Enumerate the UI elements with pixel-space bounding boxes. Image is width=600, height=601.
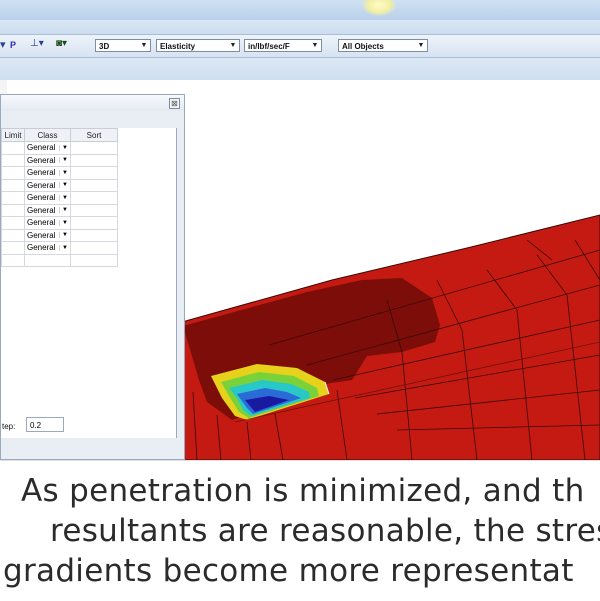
chevron-down-icon: ▼ xyxy=(59,207,68,214)
class-select[interactable]: General ▼ xyxy=(24,241,71,255)
dialog-title-bar xyxy=(1,95,184,111)
p-icon[interactable]: P xyxy=(10,40,16,50)
class-value: General xyxy=(27,230,56,240)
class-select[interactable]: General ▼ xyxy=(24,178,71,192)
chevron-down-icon: ▼ xyxy=(59,232,68,239)
table-row: General ▼ xyxy=(1,228,118,242)
view-mode-select[interactable]: 3D ▼ xyxy=(95,39,151,52)
chevron-down-icon: ▼ xyxy=(229,42,237,49)
object-filter-select[interactable]: All Objects ▼ xyxy=(338,39,428,52)
column-header-limit[interactable]: Limit xyxy=(1,128,25,142)
caption-line-1: As penetration is minimized, and th xyxy=(21,473,585,509)
class-value: General xyxy=(27,205,56,215)
menu-strip xyxy=(0,20,600,35)
table-row: General ▼ xyxy=(1,203,118,217)
chevron-down-icon: ▼ xyxy=(59,157,68,164)
window-title-bar xyxy=(0,0,600,20)
chevron-down-icon: ▼ xyxy=(59,182,68,189)
column-header-sort[interactable]: Sort xyxy=(70,128,118,142)
units-select[interactable]: in/lbf/sec/F ▼ xyxy=(244,39,322,52)
analysis-type-select[interactable]: Elasticity ▼ xyxy=(156,39,240,52)
object-filter-value: All Objects xyxy=(342,42,384,51)
caption-line-2: resultants are reasonable, the stres xyxy=(50,513,600,549)
class-select[interactable]: General ▼ xyxy=(24,141,71,155)
chevron-down-icon: ▼ xyxy=(59,244,68,251)
close-icon[interactable]: ⊠ xyxy=(169,98,180,109)
class-value: General xyxy=(27,218,56,228)
class-select[interactable]: General ▼ xyxy=(24,203,71,217)
title-bar-glow xyxy=(362,0,396,16)
chevron-down-icon: ▼ xyxy=(59,169,68,176)
step-input[interactable]: 0.2 xyxy=(26,417,64,432)
properties-dialog: ⊠ Limit Class Sort General ▼ General ▼ Gen… xyxy=(0,94,185,460)
class-select[interactable]: General ▼ xyxy=(24,228,71,242)
contact-grid: Limit Class Sort General ▼ General ▼ Gener… xyxy=(1,128,118,267)
class-value: General xyxy=(27,155,56,165)
chevron-down-icon: ▼ xyxy=(417,42,425,49)
table-row: General ▼ xyxy=(1,191,118,205)
table-row: General ▼ xyxy=(1,241,118,255)
column-header-class[interactable]: Class xyxy=(24,128,71,142)
chevron-down-icon: ▼ xyxy=(59,194,68,201)
view-mode-value: 3D xyxy=(99,42,110,51)
camera-icon[interactable]: ◙▾ xyxy=(56,38,67,49)
table-row: General ▼ xyxy=(1,141,118,155)
secondary-toolbar xyxy=(0,58,600,80)
class-select[interactable]: General ▼ xyxy=(24,166,71,180)
class-value: General xyxy=(27,168,56,178)
step-label: tep: xyxy=(2,422,16,431)
class-select[interactable]: General ▼ xyxy=(24,191,71,205)
class-value: General xyxy=(27,143,56,153)
class-value: General xyxy=(27,180,56,190)
table-row: General ▼ xyxy=(1,178,118,192)
subtitle-caption: As penetration is minimized, and th resu… xyxy=(0,460,600,601)
chevron-down-icon: ▼ xyxy=(140,42,148,49)
contact-table: Limit Class Sort General ▼ General ▼ Gener… xyxy=(1,128,177,438)
dropdown-arrow-icon[interactable]: ▾ xyxy=(0,38,6,51)
analysis-type-value: Elasticity xyxy=(160,42,196,51)
class-value: General xyxy=(27,193,56,203)
table-row: General ▼ xyxy=(1,153,118,167)
table-row xyxy=(1,253,118,267)
chevron-down-icon: ▼ xyxy=(59,144,68,151)
caption-line-3: gradients become more representat xyxy=(3,553,574,589)
chevron-down-icon: ▼ xyxy=(311,42,319,49)
class-select[interactable]: General ▼ xyxy=(24,153,71,167)
class-select[interactable]: General ▼ xyxy=(24,216,71,230)
node-icon[interactable]: ⊥▾ xyxy=(30,38,44,49)
table-row: General ▼ xyxy=(1,166,118,180)
table-row: General ▼ xyxy=(1,216,118,230)
units-value: in/lbf/sec/F xyxy=(248,42,290,51)
chevron-down-icon: ▼ xyxy=(59,219,68,226)
class-value: General xyxy=(27,243,56,253)
